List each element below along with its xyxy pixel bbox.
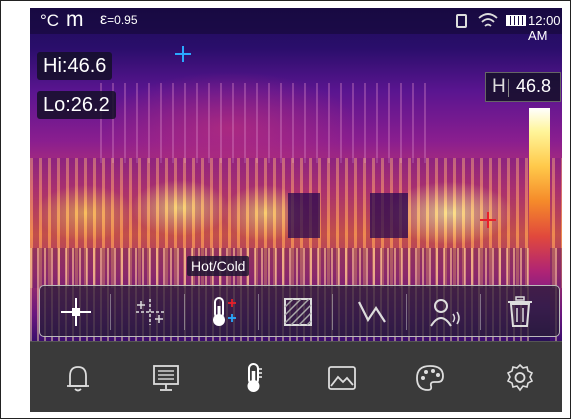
thermal-cold-block — [288, 193, 320, 238]
toolbar-divider — [332, 294, 333, 330]
hot-spot-cursor — [480, 212, 496, 228]
bottom-nav-bar — [30, 341, 562, 412]
alarm-button[interactable] — [50, 356, 106, 400]
hi-readout: Hi:46.6 — [37, 52, 113, 80]
status-bar: °C m ε=0.95 12:00 AM — [30, 8, 562, 43]
lo-readout: Lo:26.2 — [37, 91, 116, 119]
hot-cold-button[interactable] — [190, 290, 256, 334]
battery-icon — [506, 15, 526, 26]
center-point-button[interactable] — [42, 290, 108, 334]
alarm-bell-icon — [67, 366, 89, 392]
emissivity[interactable]: ε=0.95 — [100, 11, 138, 29]
toolbar-divider — [110, 294, 111, 330]
temperature-unit[interactable]: °C — [40, 11, 59, 31]
delete-icon — [508, 296, 532, 327]
image-button[interactable] — [314, 356, 370, 400]
image-icon — [328, 366, 356, 390]
measurement-button[interactable] — [226, 356, 282, 400]
line-button[interactable] — [338, 290, 404, 334]
scale-high-label[interactable]: H 46.8 — [485, 72, 561, 102]
settings-button[interactable] — [492, 356, 548, 400]
multi-point-icon — [136, 299, 164, 325]
voice-button[interactable] — [412, 290, 478, 334]
hot-cold-icon — [213, 297, 236, 326]
scale-h-letter: H — [492, 76, 506, 97]
emissivity-value: =0.95 — [107, 13, 138, 27]
thermal-cold-block — [370, 193, 408, 238]
toolbar-divider — [406, 294, 407, 330]
area-icon — [284, 298, 312, 326]
sd-card-icon — [456, 14, 467, 28]
toolbar-divider — [184, 294, 185, 330]
camera-screen: °C m ε=0.95 12:00 AM Hi:46.6 Lo:26.2 H 4… — [30, 8, 562, 412]
display-icon — [153, 365, 179, 391]
thermal-cables-top — [100, 83, 430, 163]
measure-mode[interactable]: m — [66, 8, 84, 32]
settings-gear-icon — [506, 363, 534, 392]
voice-icon — [430, 299, 460, 327]
clock: 12:00 AM — [528, 13, 561, 43]
toolbar-divider — [258, 294, 259, 330]
multi-point-button[interactable] — [116, 290, 182, 334]
toolbar-divider — [480, 294, 481, 330]
center-point-icon — [61, 298, 91, 326]
scale-high-value: 46.8 — [516, 76, 552, 96]
area-button[interactable] — [264, 290, 330, 334]
measurement-toolbar — [39, 285, 560, 337]
thermometer-icon — [247, 363, 262, 392]
scale-separator — [508, 79, 509, 97]
wifi-icon — [478, 13, 498, 27]
cold-spot-cursor — [175, 46, 191, 62]
tool-tooltip: Hot/Cold — [187, 256, 250, 276]
palette-button[interactable] — [402, 356, 458, 400]
delete-button[interactable] — [486, 290, 552, 334]
line-icon — [358, 301, 386, 323]
device-frame: °C m ε=0.95 12:00 AM Hi:46.6 Lo:26.2 H 4… — [0, 0, 571, 419]
palette-icon — [416, 365, 444, 391]
display-button[interactable] — [138, 356, 194, 400]
